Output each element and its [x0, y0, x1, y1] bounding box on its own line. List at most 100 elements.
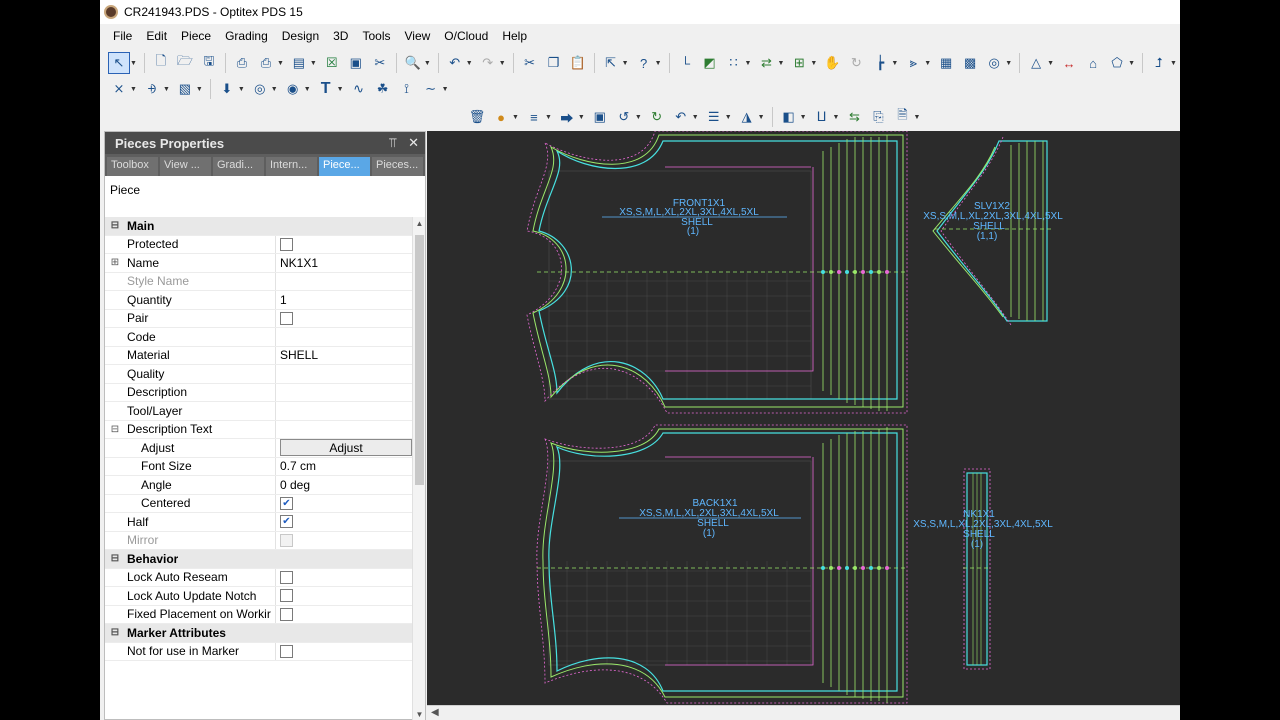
chevron-down-icon[interactable]: ▼	[913, 114, 920, 121]
curve-icon[interactable]: ∿	[348, 78, 370, 100]
walk-icon[interactable]: ⇄	[755, 52, 777, 74]
chevron-down-icon[interactable]: ▼	[655, 60, 662, 67]
menu-file[interactable]: File	[106, 29, 139, 43]
menu-view[interactable]: View	[397, 29, 437, 43]
chevron-down-icon[interactable]: ▼	[163, 86, 170, 93]
tab-view[interactable]: View ...	[160, 157, 211, 176]
tab-pieces[interactable]: Pieces...	[372, 157, 423, 176]
fold-icon[interactable]: ⬠	[1106, 52, 1128, 74]
chevron-down-icon[interactable]: ▼	[512, 114, 519, 121]
collapse-icon[interactable]: ⊟	[105, 220, 125, 231]
chevron-down-icon[interactable]: ▼	[499, 60, 506, 67]
move-icon[interactable]: ⮕	[556, 106, 578, 128]
bezier-icon[interactable]: ⟟	[396, 78, 418, 100]
description-field[interactable]	[275, 383, 413, 401]
tab-internals[interactable]: Intern...	[266, 157, 317, 176]
tab-grading[interactable]: Gradi...	[213, 157, 264, 176]
lock-auto-reseam-checkbox[interactable]	[280, 570, 293, 584]
point-tool-icon[interactable]: ⨯	[108, 78, 130, 100]
scroll-down-icon[interactable]: ▼	[413, 710, 426, 719]
chevron-down-icon[interactable]: ▼	[196, 86, 203, 93]
name-field[interactable]: NK1X1	[275, 254, 413, 272]
piece-neck[interactable]: NK1X1 XS,S,M,L,XL,2XL,3XL,4XL,5XL SHELL …	[913, 468, 1053, 670]
menu-help[interactable]: Help	[495, 29, 534, 43]
print-icon[interactable]: ⎙	[231, 52, 253, 74]
grid-points-icon[interactable]: ∷	[723, 52, 745, 74]
chevron-down-icon[interactable]: ▼	[277, 60, 284, 67]
flip-icon[interactable]: ↶	[670, 106, 692, 128]
piece-front[interactable]: FRONT1X1 XS,S,M,L,XL,2XL,3XL,4XL,5XL SHE…	[526, 130, 908, 414]
chevron-down-icon[interactable]: ▼	[1170, 60, 1177, 67]
lock-auto-update-notch-checkbox[interactable]	[280, 589, 293, 603]
tool-layer-field[interactable]	[275, 402, 413, 420]
chevron-down-icon[interactable]: ▼	[635, 114, 642, 121]
chevron-down-icon[interactable]: ▼	[310, 60, 317, 67]
collapse-icon[interactable]: ⊟	[105, 553, 125, 564]
add-point-icon[interactable]: ⨮	[141, 78, 163, 100]
pleat-icon[interactable]: ⮥	[1148, 52, 1170, 74]
nest-icon[interactable]: ▦	[935, 52, 957, 74]
pin-icon[interactable]: ●	[490, 106, 512, 128]
chevron-down-icon[interactable]: ▼	[622, 60, 629, 67]
pattern-drawing[interactable]: FRONT1X1 XS,S,M,L,XL,2XL,3XL,4XL,5XL SHE…	[427, 130, 1180, 705]
document-icon[interactable]: 🗎	[891, 106, 913, 128]
chevron-down-icon[interactable]: ▼	[777, 60, 784, 67]
code-field[interactable]	[275, 328, 413, 346]
cut-line-icon[interactable]: ⪢	[902, 52, 924, 74]
seam-icon[interactable]: ⊞	[788, 52, 810, 74]
canvas-horizontal-scrollbar[interactable]: ◀	[427, 705, 1180, 720]
copy-icon[interactable]: ❐	[543, 52, 565, 74]
cut-icon[interactable]: ✂	[519, 52, 541, 74]
piece-sleeve[interactable]: SLV1X2 XS,S,M,L,XL,2XL,3XL,4XL,5XL SHELL…	[923, 136, 1063, 326]
chevron-down-icon[interactable]: ▼	[130, 86, 137, 93]
shape-icon[interactable]: ▧	[174, 78, 196, 100]
chevron-down-icon[interactable]: ▼	[442, 86, 449, 93]
half-checkbox[interactable]: ✔	[280, 515, 293, 529]
circle-icon[interactable]: ◎	[249, 78, 271, 100]
chevron-down-icon[interactable]: ▼	[130, 60, 137, 67]
undo-icon[interactable]: ↶	[444, 52, 466, 74]
export-piece-icon[interactable]: ⨿	[811, 106, 833, 128]
scroll-thumb[interactable]	[415, 235, 424, 485]
menu-edit[interactable]: Edit	[139, 29, 174, 43]
font-size-field[interactable]: 0.7 cm	[275, 457, 413, 475]
excel-icon[interactable]: ☒	[321, 52, 343, 74]
chevron-down-icon[interactable]: ▼	[833, 114, 840, 121]
tab-toolbox[interactable]: Toolbox	[107, 157, 158, 176]
marker-icon[interactable]: ▩	[959, 52, 981, 74]
text-icon[interactable]: T	[315, 78, 337, 100]
scroll-left-icon[interactable]: ◀	[431, 707, 439, 718]
pair-checkbox[interactable]	[280, 311, 293, 325]
chevron-down-icon[interactable]: ▼	[238, 86, 245, 93]
globe-icon[interactable]: ◎	[983, 52, 1005, 74]
chevron-down-icon[interactable]: ▼	[1047, 60, 1054, 67]
menu-tools[interactable]: Tools	[355, 29, 397, 43]
new-file-icon[interactable]: 🗋	[150, 52, 172, 74]
chevron-down-icon[interactable]: ▼	[891, 60, 898, 67]
save-icon[interactable]: 🖫	[198, 52, 220, 74]
not-for-marker-checkbox[interactable]	[280, 644, 293, 658]
menu-ocloud[interactable]: O/Cloud	[437, 29, 495, 43]
import-icon[interactable]: ⎘	[867, 106, 889, 128]
align-icon[interactable]: ≡	[523, 106, 545, 128]
ruler-icon[interactable]: ↔	[1058, 52, 1080, 74]
redo-icon[interactable]: ↷	[477, 52, 499, 74]
chevron-down-icon[interactable]: ▼	[745, 60, 752, 67]
menu-design[interactable]: Design	[275, 29, 326, 43]
chevron-down-icon[interactable]: ▼	[725, 114, 732, 121]
piece-back[interactable]: BACK1X1 XS,S,M,L,XL,2XL,3XL,4XL,5XL SHEL…	[536, 424, 908, 704]
menu-grading[interactable]: Grading	[218, 29, 275, 43]
expand-icon[interactable]: ⊞	[105, 257, 125, 268]
category-behavior[interactable]: ⊟ Behavior	[105, 550, 413, 569]
pen-icon[interactable]: ⬇	[216, 78, 238, 100]
rotate-icon[interactable]: ↻	[845, 52, 867, 74]
plot-icon[interactable]: ⎙	[255, 52, 277, 74]
centered-checkbox[interactable]: ✔	[280, 496, 293, 510]
open-folder-icon[interactable]: 🗁	[174, 52, 196, 74]
stack-icon[interactable]: ☰	[703, 106, 725, 128]
collapse-icon[interactable]: ⊟	[105, 627, 125, 638]
tab-piece[interactable]: Piece...	[319, 157, 370, 176]
fixed-placement-checkbox[interactable]	[280, 607, 293, 621]
close-icon[interactable]: ✕	[408, 135, 419, 150]
chevron-down-icon[interactable]: ▼	[578, 114, 585, 121]
